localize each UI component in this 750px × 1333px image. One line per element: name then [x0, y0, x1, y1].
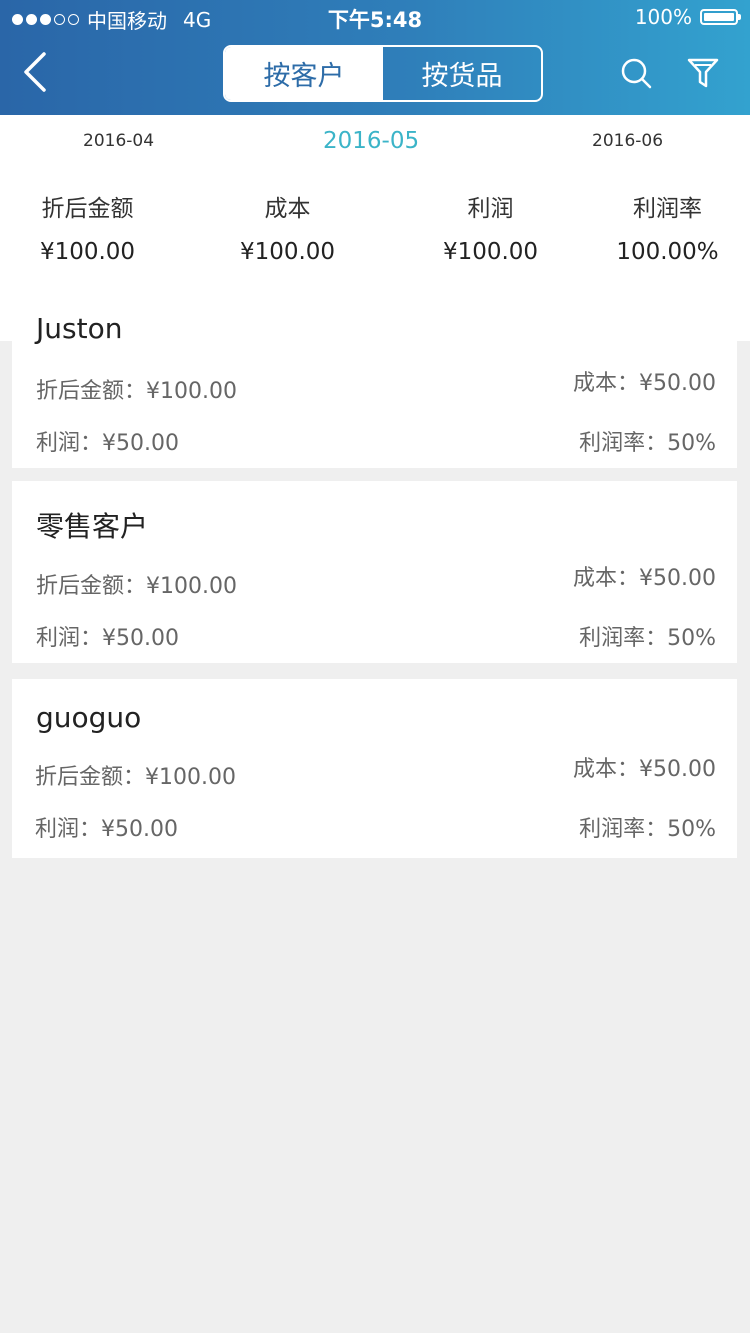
cost-amount: 成本：¥50.00	[573, 757, 716, 782]
summary-label: 成本	[264, 196, 311, 222]
customer-name: guoguo	[36, 701, 142, 734]
month-next[interactable]: 2016-06	[592, 131, 663, 151]
customer-card[interactable]: 零售客户 折后金额：¥100.00 成本：¥50.00 利润：¥50.00 利润…	[12, 481, 737, 663]
month-current[interactable]: 2016-05	[323, 128, 419, 154]
summary-value: ¥100.00	[39, 239, 136, 265]
segmented-control: 按客户 按货品	[223, 45, 543, 102]
discount-amount: 折后金额：¥100.00	[36, 574, 237, 599]
profit-margin: 利润率：50%	[579, 817, 716, 842]
summary-value: 100.00%	[616, 239, 719, 265]
summary-label: 利润率	[633, 196, 702, 222]
app-header: 中国移动 4G 下午5:48 100% 按客户 按货品	[0, 0, 750, 115]
customer-name: Juston	[36, 312, 123, 345]
summary-value: ¥100.00	[239, 239, 336, 265]
profit-amount: 利润：¥50.00	[36, 431, 179, 456]
summary-discount: 折后金额 ¥100.00	[25, 189, 150, 265]
filter-icon	[687, 58, 719, 88]
summary-value: ¥100.00	[442, 239, 539, 265]
battery-percent: 100%	[634, 5, 692, 29]
profit-margin: 利润率：50%	[579, 431, 716, 456]
summary-margin: 利润率 100.00%	[605, 189, 730, 265]
tab-by-customer[interactable]: 按客户	[225, 47, 383, 100]
cost-amount: 成本：¥50.00	[573, 566, 716, 591]
search-button[interactable]	[619, 56, 653, 90]
back-button[interactable]	[18, 50, 58, 94]
filter-button[interactable]	[686, 56, 720, 90]
summary-label: 利润	[467, 196, 514, 222]
month-selector: 2016-04 2016-05 2016-06	[0, 115, 750, 173]
status-bar: 中国移动 4G 下午5:48 100%	[0, 0, 750, 36]
discount-amount: 折后金额：¥100.00	[35, 765, 236, 790]
summary-cost: 成本 ¥100.00	[225, 189, 350, 265]
customer-card[interactable]: Juston 折后金额：¥100.00 成本：¥50.00 利润：¥50.00 …	[12, 312, 737, 468]
battery-icon	[700, 9, 741, 25]
profit-amount: 利润：¥50.00	[35, 817, 178, 842]
customer-card[interactable]: guoguo 折后金额：¥100.00 成本：¥50.00 利润：¥50.00 …	[12, 679, 737, 858]
back-chevron-icon	[24, 52, 46, 92]
month-prev[interactable]: 2016-04	[83, 131, 154, 151]
discount-amount: 折后金额：¥100.00	[36, 379, 237, 404]
profit-amount: 利润：¥50.00	[36, 626, 179, 651]
summary-profit: 利润 ¥100.00	[428, 189, 553, 265]
profit-margin: 利润率：50%	[579, 626, 716, 651]
customer-name: 零售客户	[36, 510, 149, 543]
summary-label: 折后金额	[41, 196, 134, 222]
cost-amount: 成本：¥50.00	[573, 371, 716, 396]
tab-by-product[interactable]: 按货品	[383, 47, 541, 100]
status-right: 100%	[634, 5, 741, 29]
search-icon	[621, 58, 652, 89]
